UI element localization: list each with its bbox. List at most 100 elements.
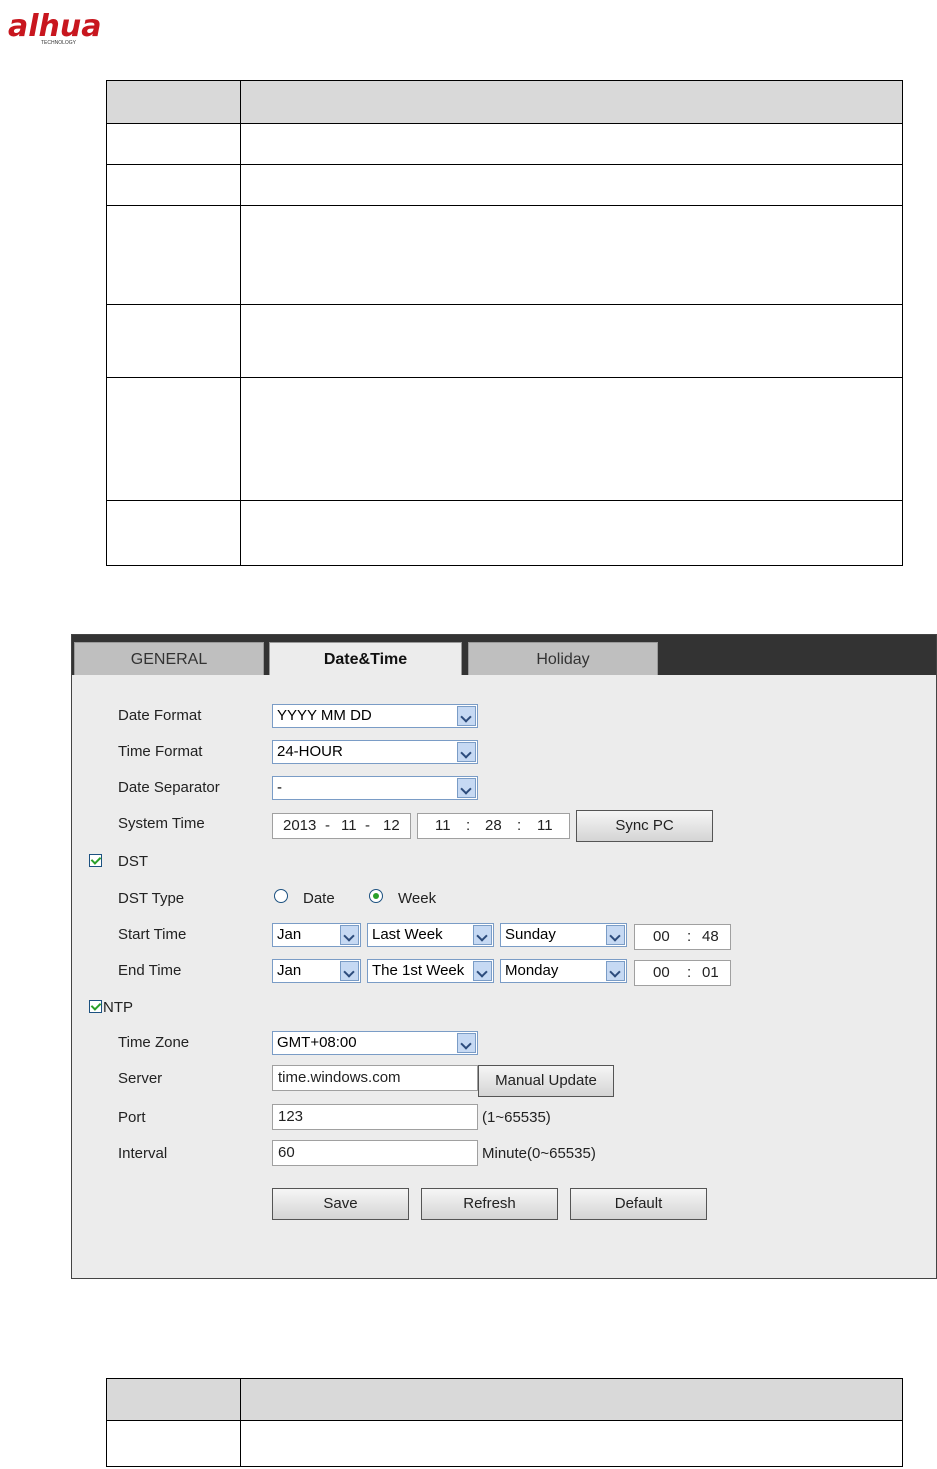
chevron-down-icon[interactable]: [340, 925, 359, 945]
table-cell: [240, 377, 903, 501]
system-date-year: 2013: [283, 817, 317, 834]
time-zone-label: Time Zone: [118, 1034, 190, 1051]
chevron-down-icon[interactable]: [457, 778, 476, 798]
table-header-cell: [240, 80, 903, 124]
interval-label: Interval: [118, 1145, 168, 1162]
date-separator-value: -: [277, 779, 282, 796]
system-date-day: 12: [383, 817, 400, 834]
system-time-hour: 11: [435, 817, 451, 834]
system-time-input[interactable]: 11 : 28 : 11: [417, 813, 570, 839]
table-cell: [240, 164, 903, 206]
start-time-label: Start Time: [118, 926, 187, 943]
chevron-down-icon[interactable]: [606, 961, 625, 981]
system-time-sep: :: [517, 817, 522, 834]
dst-checkbox[interactable]: [89, 854, 102, 867]
start-month-select[interactable]: Jan: [272, 923, 361, 947]
end-time-label: End Time: [118, 962, 182, 979]
port-input[interactable]: 123: [272, 1104, 478, 1130]
time-sep: :: [687, 928, 692, 945]
sync-pc-button[interactable]: Sync PC: [576, 810, 713, 842]
interval-unit-hint: Minute(0~65535): [482, 1145, 596, 1162]
port-range-hint: (1~65535): [482, 1109, 551, 1126]
end-minute: 01: [702, 964, 719, 981]
table-cell: [240, 500, 903, 566]
start-month-value: Jan: [277, 926, 302, 943]
table-cell: [240, 205, 903, 305]
table-cell: [106, 164, 241, 206]
parameter-table-top: [106, 80, 903, 566]
system-time-second: 11: [537, 817, 553, 834]
chevron-down-icon[interactable]: [606, 925, 625, 945]
start-hour: 00: [653, 928, 670, 945]
table-cell: [106, 304, 241, 378]
dst-label: DST: [118, 853, 148, 870]
tab-holiday[interactable]: Holiday: [468, 642, 658, 675]
time-zone-value: GMT+08:00: [277, 1034, 357, 1051]
start-week-select[interactable]: Last Week: [367, 923, 494, 947]
dst-type-week-label: Week: [398, 890, 437, 907]
start-day-select[interactable]: Sunday: [500, 923, 627, 947]
chevron-down-icon[interactable]: [340, 961, 359, 981]
tab-bar: GENERAL Date&Time Holiday: [72, 635, 936, 675]
chevron-down-icon[interactable]: [457, 1033, 476, 1053]
system-date-input[interactable]: 2013 - 11 - 12: [272, 813, 411, 839]
end-day-value: Monday: [505, 962, 559, 979]
save-button[interactable]: Save: [272, 1188, 409, 1220]
table-header-cell: [106, 80, 241, 124]
end-month-select[interactable]: Jan: [272, 959, 361, 983]
table-header-cell: [106, 1378, 241, 1421]
system-date-sep: -: [325, 817, 330, 834]
server-value: time.windows.com: [278, 1069, 401, 1086]
table-cell: [240, 1420, 903, 1467]
end-time-input[interactable]: 00 : 01: [634, 960, 731, 986]
interval-input[interactable]: 60: [272, 1140, 478, 1166]
server-label: Server: [118, 1070, 163, 1087]
table-header-cell: [240, 1378, 903, 1421]
start-time-input[interactable]: 00 : 48: [634, 924, 731, 950]
server-input[interactable]: time.windows.com: [272, 1065, 478, 1091]
table-cell: [240, 304, 903, 378]
end-week-select[interactable]: The 1st Week: [367, 959, 494, 983]
date-separator-label: Date Separator: [118, 779, 220, 796]
system-time-label: System Time: [118, 815, 205, 832]
table-cell: [106, 377, 241, 501]
chevron-down-icon[interactable]: [473, 961, 492, 981]
port-label: Port: [118, 1109, 146, 1126]
dst-type-date-radio[interactable]: [274, 889, 288, 903]
end-hour: 00: [653, 964, 670, 981]
chevron-down-icon[interactable]: [473, 925, 492, 945]
dahua-logo: alhua TECHNOLOGY: [6, 6, 136, 46]
date-separator-select[interactable]: -: [272, 776, 478, 800]
manual-update-button[interactable]: Manual Update: [478, 1065, 614, 1097]
end-day-select[interactable]: Monday: [500, 959, 627, 983]
time-zone-select[interactable]: GMT+08:00: [272, 1031, 478, 1055]
table-cell: [240, 123, 903, 165]
system-time-minute: 28: [485, 817, 502, 834]
refresh-button[interactable]: Refresh: [421, 1188, 558, 1220]
time-sep: :: [687, 964, 692, 981]
time-format-value: 24-HOUR: [277, 743, 343, 760]
table-cell: [106, 1420, 241, 1467]
logo-graphic: alhua TECHNOLOGY: [8, 9, 102, 46]
ntp-checkbox[interactable]: [89, 1000, 102, 1013]
dst-type-week-radio[interactable]: [369, 889, 383, 903]
logo-brand: alhua: [8, 9, 102, 44]
chevron-down-icon[interactable]: [457, 742, 476, 762]
parameter-table-bottom: [106, 1378, 903, 1467]
dst-type-date-label: Date: [303, 890, 335, 907]
date-format-select[interactable]: YYYY MM DD: [272, 704, 478, 728]
ntp-label: NTP: [103, 999, 133, 1016]
dst-type-label: DST Type: [118, 890, 185, 907]
system-date-month: 11: [341, 817, 357, 834]
end-week-value: The 1st Week: [372, 962, 465, 979]
interval-value: 60: [278, 1144, 295, 1161]
start-week-value: Last Week: [372, 926, 443, 943]
chevron-down-icon[interactable]: [457, 706, 476, 726]
table-cell: [106, 500, 241, 566]
start-day-value: Sunday: [505, 926, 556, 943]
default-button[interactable]: Default: [570, 1188, 707, 1220]
time-format-select[interactable]: 24-HOUR: [272, 740, 478, 764]
logo-tagline: TECHNOLOGY: [41, 40, 77, 46]
tab-date-time[interactable]: Date&Time: [269, 642, 462, 675]
tab-general[interactable]: GENERAL: [74, 642, 264, 675]
